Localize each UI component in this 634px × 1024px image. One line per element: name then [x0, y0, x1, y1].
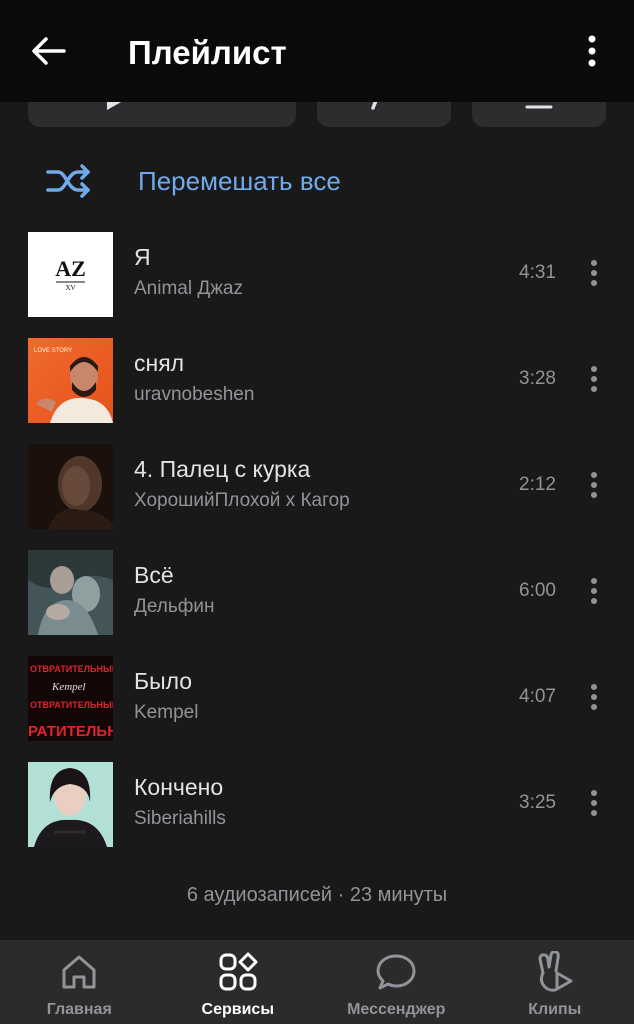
album-cover: ОТВРАТИТЕЛЬНЫЕ Kempel ОТВРАТИТЕЛЬНЫЕ РАТ…	[28, 656, 113, 741]
chat-bubble-icon	[374, 950, 418, 994]
shuffle-icon	[46, 164, 92, 203]
album-cover: LOVE STORY	[28, 338, 113, 423]
track-row[interactable]: Всё Дельфин 6:00	[0, 550, 634, 656]
track-artist: ХорошийПлохой x Кагор	[134, 490, 350, 511]
bottom-navigation: Главная Сервисы Мессенджер Клипы	[0, 940, 634, 1024]
kebab-menu-icon	[590, 365, 598, 397]
top-app-bar: Плейлист	[0, 0, 634, 102]
track-more-button[interactable]	[584, 471, 604, 503]
cover-text: РАТИТЕЛЬНЫ	[28, 723, 113, 740]
track-duration: 3:25	[519, 792, 556, 813]
track-artist: Дельфин	[134, 596, 215, 617]
album-cover: AZ XV	[28, 232, 113, 317]
track-more-button[interactable]	[584, 259, 604, 291]
nav-label: Главная	[46, 1001, 112, 1018]
kebab-menu-icon	[590, 789, 598, 821]
nav-label: Сервисы	[201, 1001, 274, 1018]
kebab-menu-icon	[590, 471, 598, 503]
kebab-menu-icon	[587, 35, 597, 72]
cover-logo-sub: XV	[65, 284, 75, 292]
back-button[interactable]	[28, 32, 70, 74]
more-options-button[interactable]	[572, 32, 612, 74]
album-cover	[28, 762, 113, 847]
track-more-button[interactable]	[584, 789, 604, 821]
home-icon	[57, 950, 101, 994]
track-artist: uravnobeshen	[134, 384, 255, 405]
track-duration: 2:12	[519, 474, 556, 495]
shuffle-all-label: Перемешать все	[138, 166, 341, 196]
nav-messenger[interactable]: Мессенджер	[317, 940, 476, 1024]
track-row[interactable]: AZ XV Я Animal Джаz 4:31	[0, 232, 634, 338]
kebab-menu-icon	[590, 577, 598, 609]
nav-label: Клипы	[528, 1001, 582, 1018]
services-icon	[216, 950, 260, 994]
track-duration: 3:28	[519, 368, 556, 389]
track-more-button[interactable]	[584, 683, 604, 715]
track-artist: Animal Джаz	[134, 278, 243, 299]
cover-text: LOVE STORY	[34, 348, 72, 354]
track-artist: Siberiahills	[134, 808, 226, 829]
cover-text: ОТВРАТИТЕЛЬНЫЕ	[30, 664, 113, 674]
track-row[interactable]: LOVE STORY снял uravnobeshen 3:28	[0, 338, 634, 444]
kebab-menu-icon	[590, 259, 598, 291]
track-duration: 6:00	[519, 580, 556, 601]
track-row[interactable]: 4. Палец с курка ХорошийПлохой x Кагор 2…	[0, 444, 634, 550]
track-duration: 4:07	[519, 686, 556, 707]
track-title: 4. Палец с курка	[134, 456, 311, 482]
arrow-left-icon	[31, 36, 67, 71]
album-cover	[28, 444, 113, 529]
track-more-button[interactable]	[584, 365, 604, 397]
cover-text: Kempel	[51, 681, 86, 693]
shuffle-all-row[interactable]: Перемешать все	[0, 150, 634, 212]
playlist-summary: 6 аудиозаписей · 23 минуты	[186, 884, 448, 906]
cover-logo-text: AZ	[55, 256, 86, 281]
track-more-button[interactable]	[584, 577, 604, 609]
clips-icon	[533, 950, 577, 994]
track-title: снял	[134, 350, 185, 376]
nav-services[interactable]: Сервисы	[159, 940, 318, 1024]
track-row[interactable]: ОТВРАТИТЕЛЬНЫЕ Kempel ОТВРАТИТЕЛЬНЫЕ РАТ…	[0, 656, 634, 762]
nav-home[interactable]: Главная	[0, 940, 159, 1024]
track-title: Было	[134, 668, 193, 694]
track-title: Я	[134, 244, 151, 270]
track-row[interactable]: Кончено Siberiahills 3:25	[0, 762, 634, 868]
nav-label: Мессенджер	[347, 1001, 446, 1018]
page-title: Плейлист	[128, 34, 287, 71]
album-cover	[28, 550, 113, 635]
kebab-menu-icon	[590, 683, 598, 715]
track-duration: 4:31	[519, 262, 556, 283]
playlist-screen: Слушать Плейлист	[0, 0, 634, 1024]
track-list: AZ XV Я Animal Джаz 4:31 LOVE STORY снял…	[0, 232, 634, 868]
nav-clips[interactable]: Клипы	[476, 940, 634, 1024]
track-title: Всё	[134, 562, 174, 588]
track-artist: Kempel	[134, 702, 199, 723]
track-title: Кончено	[134, 774, 224, 800]
cover-text: ОТВРАТИТЕЛЬНЫЕ	[30, 700, 113, 710]
